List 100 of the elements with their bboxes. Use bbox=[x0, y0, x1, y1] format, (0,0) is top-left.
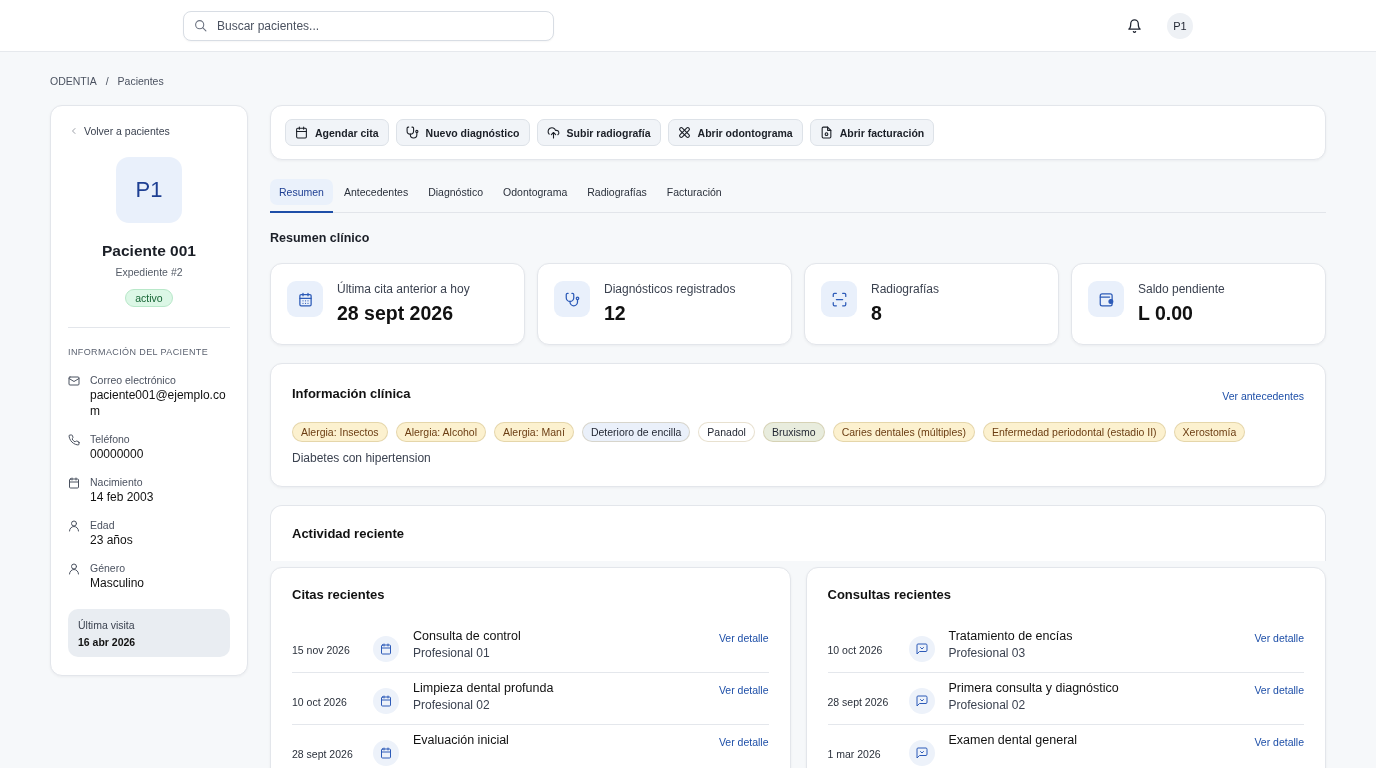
stat-value: 28 sept 2026 bbox=[337, 302, 453, 325]
record-number: Expediente #2 bbox=[115, 266, 183, 278]
action-button[interactable]: Subir radiografía bbox=[536, 119, 661, 146]
activity-title: Limpieza dental profunda bbox=[413, 681, 554, 695]
bell-icon[interactable] bbox=[1127, 17, 1142, 34]
last-visit-date: 16 abr 2026 bbox=[78, 636, 136, 648]
stethoscope-icon bbox=[554, 281, 590, 317]
status-badge: activo bbox=[125, 289, 173, 307]
history-link[interactable]: Ver antecedentes bbox=[1222, 390, 1304, 402]
condition-tag: Alergia: Insectos bbox=[292, 422, 388, 442]
breadcrumb-link[interactable]: Pacientes bbox=[117, 75, 164, 87]
section-heading: Resumen clínico bbox=[270, 231, 370, 245]
activity-professional: Profesional 01 bbox=[413, 646, 490, 660]
condition-tag: Caries dentales (múltiples) bbox=[832, 422, 975, 442]
card-title: Consultas recientes bbox=[827, 587, 952, 602]
condition-tag: Alergia: Alcohol bbox=[395, 422, 486, 442]
condition-tag: Bruxismo bbox=[762, 422, 825, 442]
activity-date: 28 sept 2026 bbox=[827, 696, 890, 708]
mail-icon bbox=[68, 375, 80, 387]
card-title: Información clínica bbox=[292, 386, 411, 401]
action-button[interactable]: Agendar cita bbox=[285, 119, 389, 146]
chat-icon bbox=[908, 688, 935, 714]
stat-value: 8 bbox=[871, 302, 882, 325]
activity-title: Consulta de control bbox=[413, 629, 521, 643]
activity-title: Evaluación inicial bbox=[413, 733, 509, 747]
tab[interactable]: Facturación bbox=[657, 173, 731, 213]
patient-name: Paciente 001 bbox=[102, 242, 196, 260]
card-title: Actividad reciente bbox=[292, 526, 404, 541]
cloud-upload-icon bbox=[546, 126, 560, 139]
chevron-left-icon bbox=[71, 126, 77, 136]
tab[interactable]: Odontograma bbox=[494, 173, 577, 213]
activity-date: 10 oct 2026 bbox=[827, 644, 884, 656]
field-value: 14 feb 2003 bbox=[90, 489, 154, 505]
patient-avatar: P1 bbox=[116, 157, 182, 223]
calendar-icon bbox=[68, 477, 80, 489]
detail-link[interactable]: Ver detalle bbox=[718, 736, 769, 748]
activity-date: 15 nov 2026 bbox=[292, 644, 351, 656]
calendar-icon bbox=[373, 688, 399, 714]
back-link[interactable]: Volver a pacientes bbox=[68, 125, 170, 137]
detail-link[interactable]: Ver detalle bbox=[718, 684, 769, 696]
calendar-icon bbox=[373, 740, 399, 766]
breadcrumb-separator: / bbox=[105, 75, 109, 87]
scan-icon bbox=[821, 281, 857, 317]
document-icon bbox=[819, 126, 833, 139]
action-button[interactable]: Nuevo diagnóstico bbox=[395, 119, 530, 146]
field-label: Género bbox=[90, 561, 126, 575]
activity-title: Tratamiento de encías bbox=[948, 629, 1073, 643]
detail-link[interactable]: Ver detalle bbox=[1254, 684, 1304, 696]
action-button[interactable]: Abrir facturación bbox=[809, 119, 935, 146]
calendar-icon bbox=[373, 636, 399, 662]
activity-date: 10 oct 2026 bbox=[292, 696, 348, 708]
user-icon bbox=[68, 563, 80, 575]
tab[interactable]: Radiografías bbox=[578, 173, 656, 213]
calendar-icon bbox=[287, 281, 323, 317]
activity-date: 28 sept 2026 bbox=[292, 748, 354, 760]
bandage-icon bbox=[677, 126, 691, 139]
field-label: Correo electrónico bbox=[90, 373, 176, 387]
stat-label: Radiografías bbox=[871, 282, 940, 296]
detail-link[interactable]: Ver detalle bbox=[718, 632, 769, 644]
last-visit-label: Última visita bbox=[78, 619, 135, 631]
calendar-icon bbox=[295, 126, 308, 139]
field-value: Masculino bbox=[90, 575, 145, 591]
search-icon bbox=[194, 18, 207, 32]
condition-tag: Xerostomía bbox=[1173, 422, 1246, 442]
detail-link[interactable]: Ver detalle bbox=[1254, 632, 1304, 644]
condition-tag: Alergia: Maní bbox=[494, 422, 574, 442]
card-title: Citas recientes bbox=[292, 587, 385, 602]
stat-value: L 0.00 bbox=[1138, 302, 1193, 325]
field-label: Nacimiento bbox=[90, 475, 143, 489]
chat-icon bbox=[908, 636, 935, 662]
phone-icon bbox=[68, 434, 80, 446]
tab[interactable]: Antecedentes bbox=[334, 173, 418, 213]
activity-professional: Profesional 02 bbox=[413, 698, 490, 712]
stat-label: Saldo pendiente bbox=[1138, 282, 1225, 296]
clinical-note: Diabetes con hipertension bbox=[292, 451, 432, 465]
field-value: 23 años bbox=[90, 532, 133, 548]
user-avatar[interactable]: P1 bbox=[1167, 12, 1193, 39]
condition-tag: Deterioro de encilla bbox=[581, 422, 691, 442]
search-field[interactable]: Buscar pacientes... bbox=[183, 10, 554, 41]
field-value: paciente001@ejemplo.com bbox=[90, 387, 227, 419]
condition-tag: Panadol bbox=[698, 422, 755, 442]
field-value: 00000000 bbox=[90, 446, 144, 462]
tab[interactable]: Diagnóstico bbox=[419, 173, 493, 213]
activity-professional: Profesional 03 bbox=[948, 646, 1026, 660]
stat-value: 12 bbox=[604, 302, 626, 325]
field-label: Teléfono bbox=[90, 432, 130, 446]
activity-professional: Profesional 02 bbox=[948, 698, 1026, 712]
chat-icon bbox=[908, 740, 935, 766]
activity-date: 1 mar 2026 bbox=[827, 748, 882, 760]
field-label: Edad bbox=[90, 518, 115, 532]
activity-title: Primera consulta y diagnóstico bbox=[948, 681, 1119, 695]
stethoscope-icon bbox=[405, 126, 419, 139]
section-title: INFORMACIÓN DEL PACIENTE bbox=[68, 347, 209, 357]
activity-title: Examen dental general bbox=[948, 733, 1078, 747]
breadcrumb-link[interactable]: ODENTIA bbox=[50, 75, 97, 87]
condition-tag: Enfermedad periodontal (estadio II) bbox=[983, 422, 1166, 442]
detail-link[interactable]: Ver detalle bbox=[1254, 736, 1304, 748]
wallet-icon bbox=[1088, 281, 1124, 317]
stat-label: Última cita anterior a hoy bbox=[337, 282, 470, 296]
action-button[interactable]: Abrir odontograma bbox=[667, 119, 803, 146]
